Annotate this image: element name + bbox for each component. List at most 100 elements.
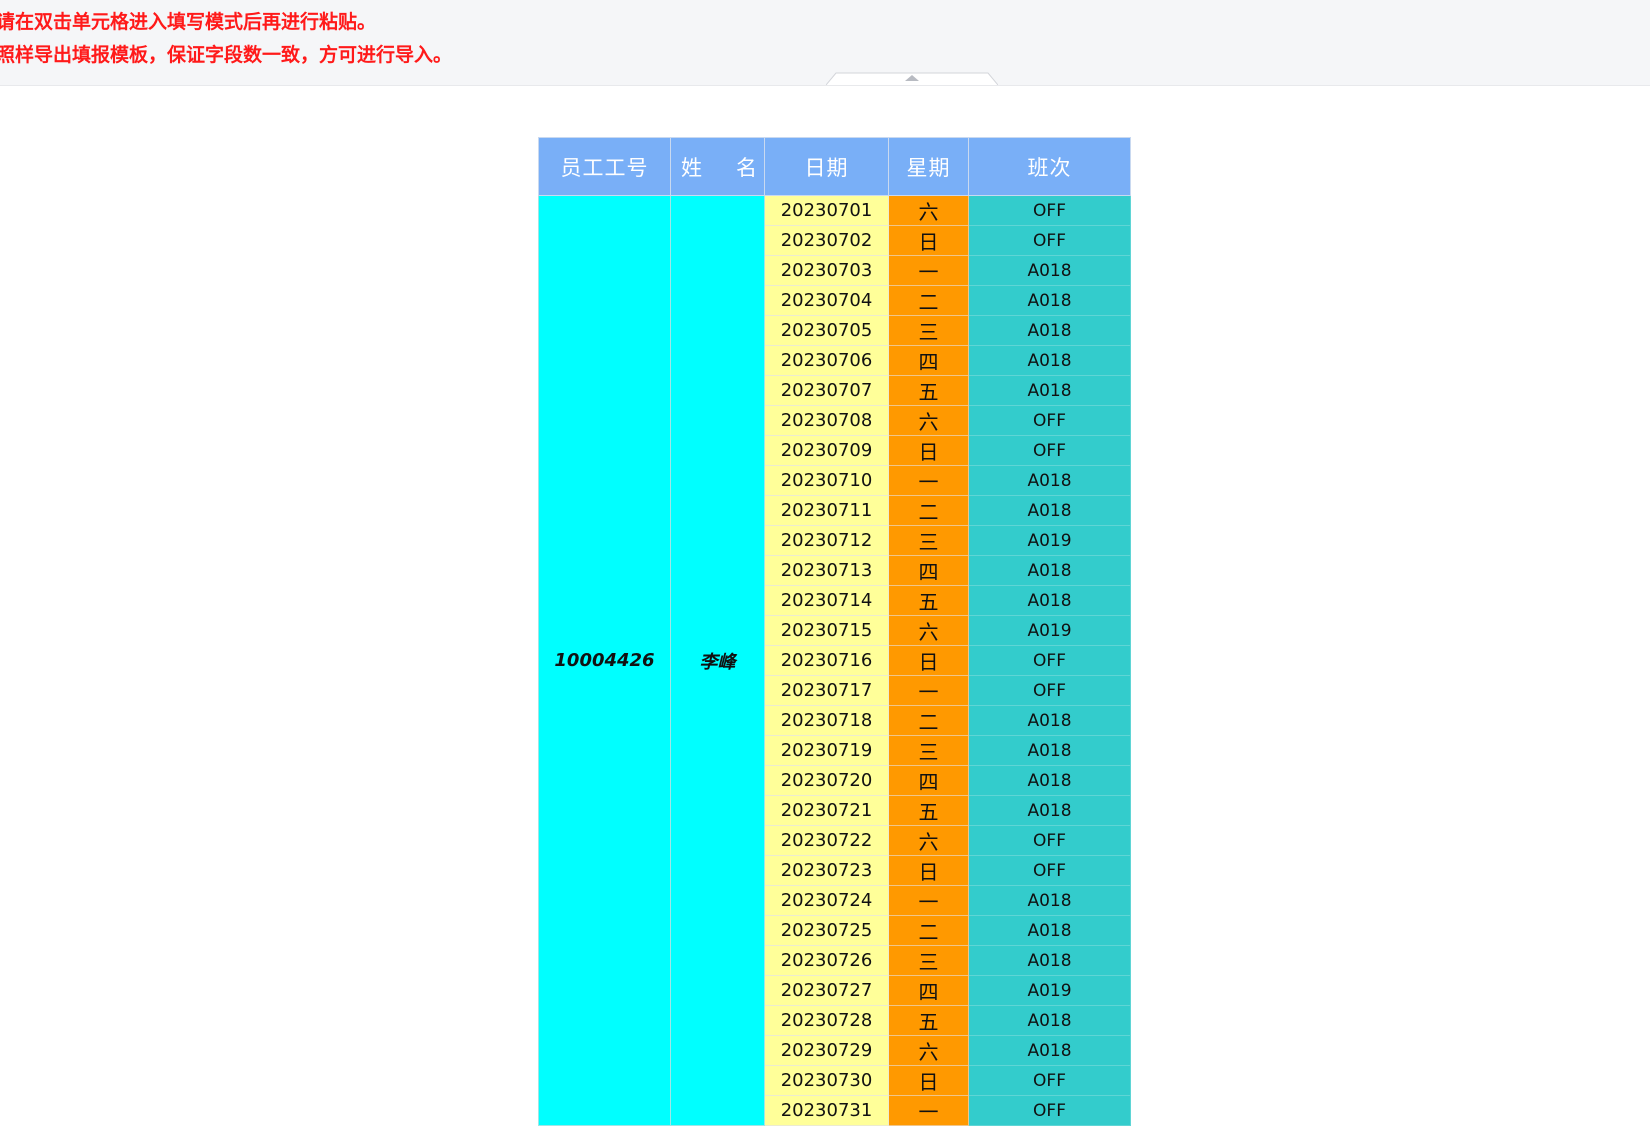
shift-cell[interactable]: OFF bbox=[968, 855, 1131, 886]
shift-cell[interactable]: A018 bbox=[968, 765, 1131, 796]
date-cell[interactable]: 20230724 bbox=[764, 885, 889, 916]
shift-cell[interactable]: OFF bbox=[968, 435, 1131, 466]
week-cell[interactable]: 一 bbox=[888, 255, 969, 286]
employee-name-cell[interactable]: 李峰 bbox=[670, 195, 765, 1126]
week-cell[interactable]: 二 bbox=[888, 285, 969, 316]
shift-cell[interactable]: A018 bbox=[968, 285, 1131, 316]
week-cell[interactable]: 五 bbox=[888, 585, 969, 616]
week-cell[interactable]: 日 bbox=[888, 855, 969, 886]
shift-cell[interactable]: OFF bbox=[968, 405, 1131, 436]
date-cell[interactable]: 20230714 bbox=[764, 585, 889, 616]
date-cell[interactable]: 20230728 bbox=[764, 1005, 889, 1036]
header-name[interactable]: 姓 名 bbox=[670, 137, 765, 196]
collapse-toggle[interactable] bbox=[826, 72, 998, 85]
date-cell[interactable]: 20230701 bbox=[764, 195, 889, 226]
week-cell[interactable]: 日 bbox=[888, 1065, 969, 1096]
date-cell[interactable]: 20230717 bbox=[764, 675, 889, 706]
week-cell[interactable]: 二 bbox=[888, 495, 969, 526]
shift-cell[interactable]: A019 bbox=[968, 615, 1131, 646]
date-cell[interactable]: 20230712 bbox=[764, 525, 889, 556]
shift-cell[interactable]: OFF bbox=[968, 675, 1131, 706]
week-cell[interactable]: 五 bbox=[888, 795, 969, 826]
date-cell[interactable]: 20230708 bbox=[764, 405, 889, 436]
date-cell[interactable]: 20230706 bbox=[764, 345, 889, 376]
week-cell[interactable]: 三 bbox=[888, 315, 969, 346]
week-cell[interactable]: 一 bbox=[888, 465, 969, 496]
date-cell[interactable]: 20230730 bbox=[764, 1065, 889, 1096]
shift-cell[interactable]: OFF bbox=[968, 195, 1131, 226]
shift-cell[interactable]: A018 bbox=[968, 705, 1131, 736]
shift-cell[interactable]: A019 bbox=[968, 975, 1131, 1006]
date-cell[interactable]: 20230720 bbox=[764, 765, 889, 796]
shift-cell[interactable]: A018 bbox=[968, 945, 1131, 976]
date-cell[interactable]: 20230716 bbox=[764, 645, 889, 676]
date-cell[interactable]: 20230715 bbox=[764, 615, 889, 646]
shift-cell[interactable]: OFF bbox=[968, 1095, 1131, 1126]
shift-cell[interactable]: A018 bbox=[968, 555, 1131, 586]
shift-cell[interactable]: A018 bbox=[968, 345, 1131, 376]
shift-cell[interactable]: A018 bbox=[968, 1035, 1131, 1066]
date-cell[interactable]: 20230729 bbox=[764, 1035, 889, 1066]
date-cell[interactable]: 20230713 bbox=[764, 555, 889, 586]
shift-cell[interactable]: OFF bbox=[968, 645, 1131, 676]
week-cell[interactable]: 日 bbox=[888, 645, 969, 676]
date-cell[interactable]: 20230709 bbox=[764, 435, 889, 466]
date-cell[interactable]: 20230705 bbox=[764, 315, 889, 346]
date-cell[interactable]: 20230725 bbox=[764, 915, 889, 946]
date-cell[interactable]: 20230707 bbox=[764, 375, 889, 406]
shift-cell[interactable]: A018 bbox=[968, 885, 1131, 916]
date-cell[interactable]: 20230711 bbox=[764, 495, 889, 526]
week-cell[interactable]: 六 bbox=[888, 195, 969, 226]
week-cell[interactable]: 三 bbox=[888, 945, 969, 976]
date-cell[interactable]: 20230723 bbox=[764, 855, 889, 886]
date-cell[interactable]: 20230704 bbox=[764, 285, 889, 316]
date-cell[interactable]: 20230710 bbox=[764, 465, 889, 496]
week-cell[interactable]: 三 bbox=[888, 735, 969, 766]
date-cell[interactable]: 20230731 bbox=[764, 1095, 889, 1126]
shift-cell[interactable]: A018 bbox=[968, 375, 1131, 406]
week-cell[interactable]: 二 bbox=[888, 915, 969, 946]
week-cell[interactable]: 日 bbox=[888, 435, 969, 466]
date-cell[interactable]: 20230727 bbox=[764, 975, 889, 1006]
week-cell[interactable]: 五 bbox=[888, 1005, 969, 1036]
header-date[interactable]: 日期 bbox=[764, 137, 889, 196]
week-cell[interactable]: 六 bbox=[888, 1035, 969, 1066]
header-weekday[interactable]: 星期 bbox=[888, 137, 969, 196]
week-cell[interactable]: 四 bbox=[888, 345, 969, 376]
date-cell[interactable]: 20230702 bbox=[764, 225, 889, 256]
week-cell[interactable]: 二 bbox=[888, 705, 969, 736]
employee-id-cell[interactable]: 10004426 bbox=[538, 195, 671, 1126]
shift-cell[interactable]: A018 bbox=[968, 795, 1131, 826]
date-cell[interactable]: 20230719 bbox=[764, 735, 889, 766]
shift-cell[interactable]: A018 bbox=[968, 495, 1131, 526]
date-cell[interactable]: 20230722 bbox=[764, 825, 889, 856]
week-cell[interactable]: 六 bbox=[888, 405, 969, 436]
week-cell[interactable]: 六 bbox=[888, 825, 969, 856]
week-cell[interactable]: 四 bbox=[888, 975, 969, 1006]
week-cell[interactable]: 日 bbox=[888, 225, 969, 256]
shift-cell[interactable]: OFF bbox=[968, 1065, 1131, 1096]
shift-cell[interactable]: A018 bbox=[968, 315, 1131, 346]
shift-cell[interactable]: A018 bbox=[968, 585, 1131, 616]
week-cell[interactable]: 三 bbox=[888, 525, 969, 556]
date-cell[interactable]: 20230726 bbox=[764, 945, 889, 976]
week-cell[interactable]: 一 bbox=[888, 1095, 969, 1126]
shift-cell[interactable]: A018 bbox=[968, 1005, 1131, 1036]
shift-cell[interactable]: OFF bbox=[968, 225, 1131, 256]
shift-cell[interactable]: A018 bbox=[968, 255, 1131, 286]
date-cell[interactable]: 20230703 bbox=[764, 255, 889, 286]
shift-cell[interactable]: A019 bbox=[968, 525, 1131, 556]
header-employee-id[interactable]: 员工工号 bbox=[538, 137, 671, 196]
date-cell[interactable]: 20230721 bbox=[764, 795, 889, 826]
week-cell[interactable]: 五 bbox=[888, 375, 969, 406]
week-cell[interactable]: 一 bbox=[888, 675, 969, 706]
shift-cell[interactable]: A018 bbox=[968, 915, 1131, 946]
header-shift[interactable]: 班次 bbox=[968, 137, 1131, 196]
week-cell[interactable]: 四 bbox=[888, 555, 969, 586]
shift-cell[interactable]: A018 bbox=[968, 465, 1131, 496]
week-cell[interactable]: 六 bbox=[888, 615, 969, 646]
week-cell[interactable]: 四 bbox=[888, 765, 969, 796]
week-cell[interactable]: 一 bbox=[888, 885, 969, 916]
shift-cell[interactable]: OFF bbox=[968, 825, 1131, 856]
shift-cell[interactable]: A018 bbox=[968, 735, 1131, 766]
